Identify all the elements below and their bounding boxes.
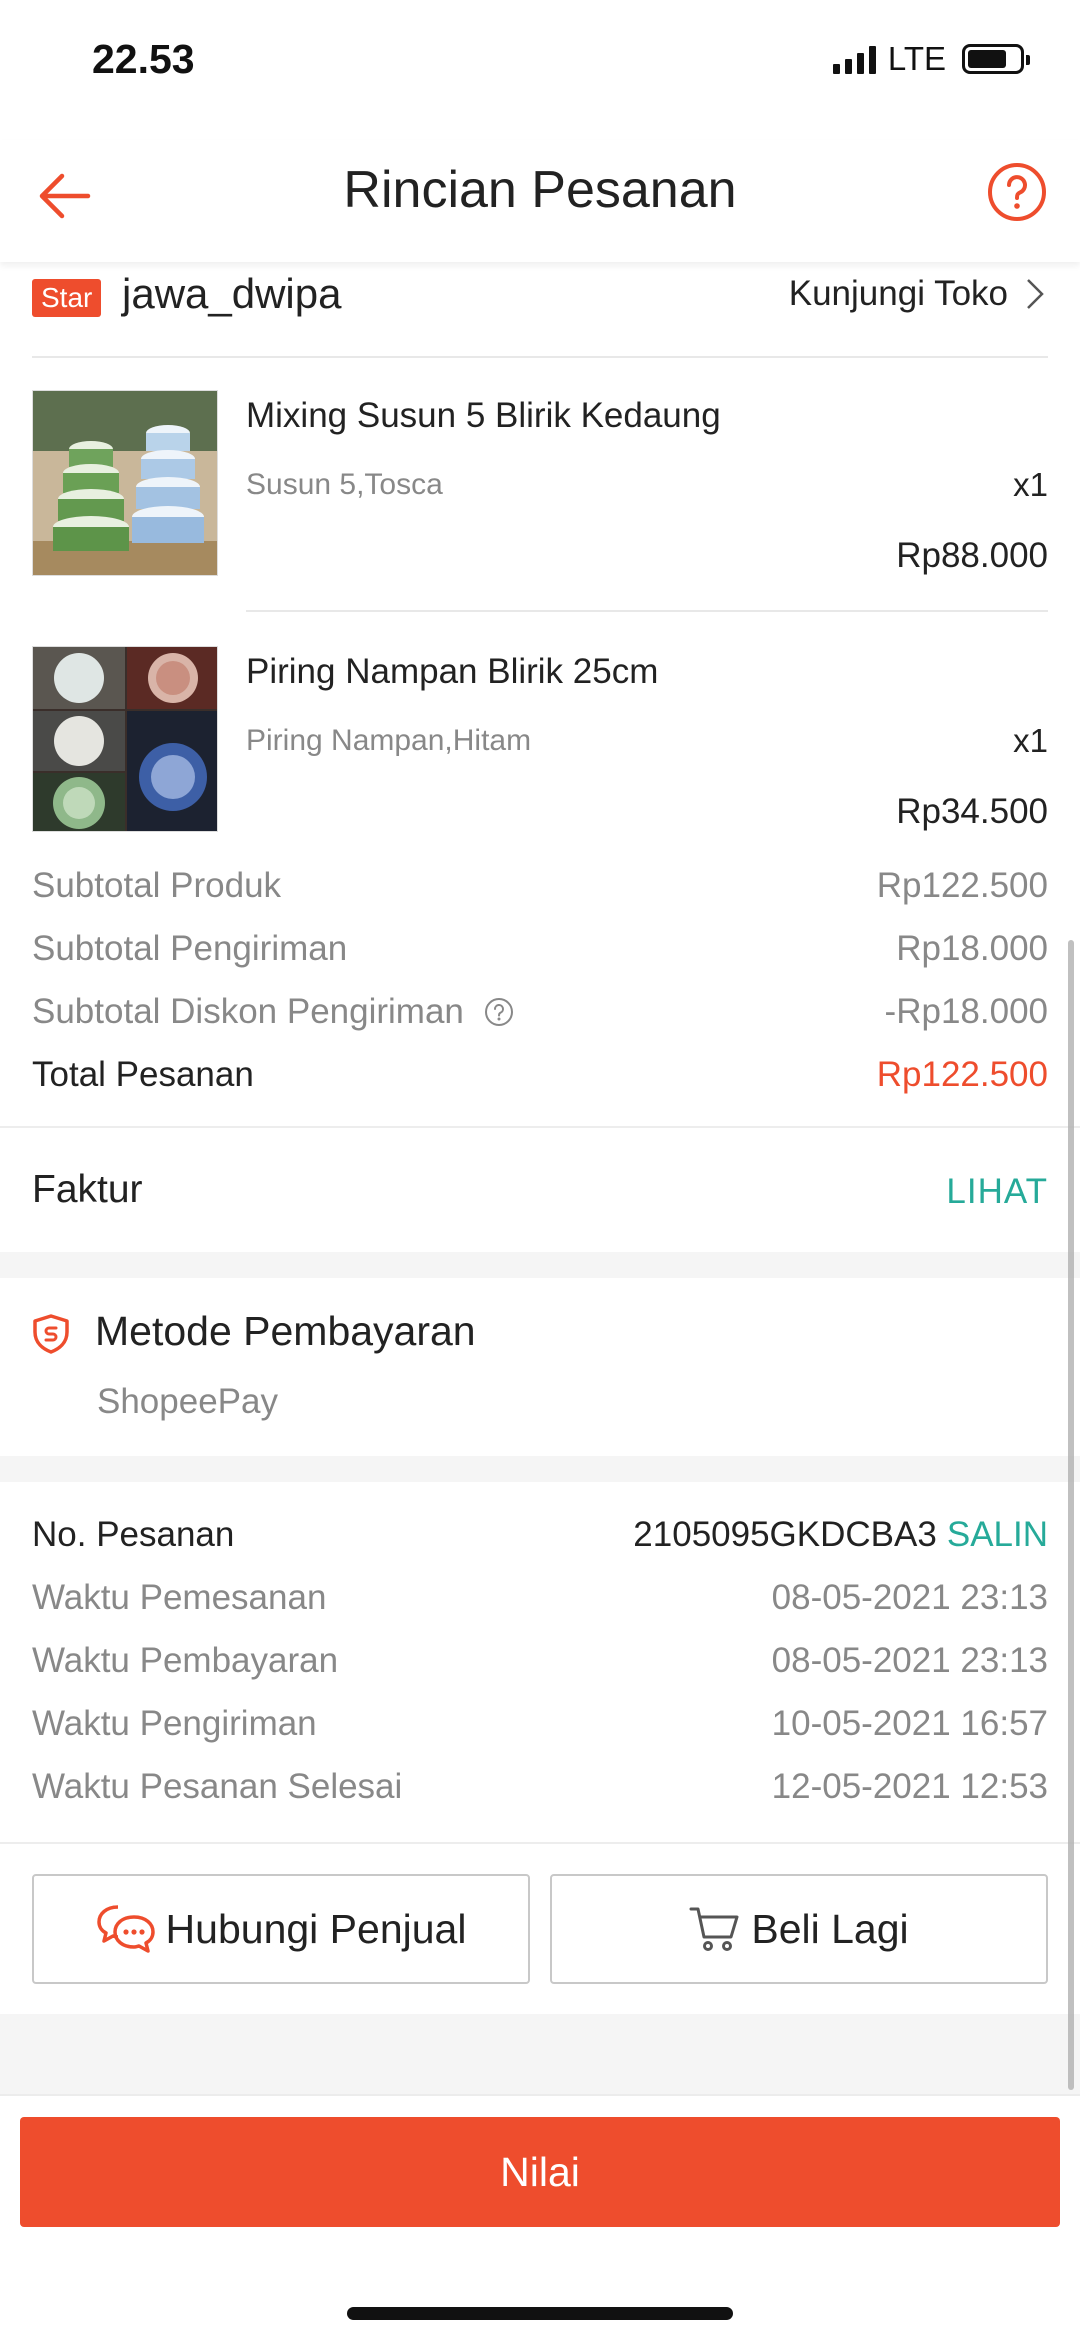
cart-icon	[689, 1907, 739, 1951]
shipping-time-row: Waktu Pengiriman 10-05-2021 16:57	[32, 1699, 1048, 1749]
shipping-discount-value: -Rp18.000	[884, 992, 1048, 1031]
invoice-label: Faktur	[32, 1168, 143, 1211]
shield-icon	[33, 1314, 69, 1354]
completed-time-label: Waktu Pesanan Selesai	[32, 1767, 403, 1806]
shipping-discount-label-wrap: Subtotal Diskon Pengiriman	[32, 992, 514, 1032]
network-label: LTE	[887, 40, 946, 77]
copy-order-number-link[interactable]: SALIN	[947, 1515, 1048, 1554]
order-total-value: Rp122.500	[876, 1055, 1048, 1094]
shipping-time-value: 10-05-2021 16:57	[771, 1704, 1048, 1743]
completed-time-value: 12-05-2021 12:53	[771, 1767, 1048, 1806]
subtotal-product-row: Subtotal Produk Rp122.500	[32, 861, 1048, 911]
order-time-value: 08-05-2021 23:13	[771, 1578, 1048, 1617]
payment-time-label: Waktu Pembayaran	[32, 1641, 339, 1680]
subtotal-shipping-label: Subtotal Pengiriman	[32, 929, 348, 968]
product-price: Rp34.500	[896, 792, 1048, 831]
order-totals: Subtotal Produk Rp122.500 Subtotal Pengi…	[0, 834, 1080, 1128]
home-indicator[interactable]	[347, 2307, 733, 2320]
divider	[246, 610, 1048, 612]
signal-icon	[832, 44, 876, 74]
scrollbar[interactable]	[1068, 940, 1074, 2090]
product-image	[32, 646, 218, 832]
product-price: Rp88.000	[896, 536, 1048, 575]
order-info-section: No. Pesanan 2105095GKDCBA3 SALIN Waktu Pe…	[0, 1482, 1080, 1842]
payment-method-value: ShopeePay	[97, 1382, 278, 1421]
bottom-bar: Nilai	[0, 2094, 1080, 2337]
product-image	[32, 390, 218, 576]
product-item[interactable]: Piring Nampan Blirik 25cm Piring Nampan,…	[0, 614, 1080, 869]
page-title: Rincian Pesanan	[343, 161, 737, 219]
order-time-label: Waktu Pemesanan	[32, 1578, 327, 1617]
order-total-row: Total Pesanan Rp122.500	[32, 1050, 1048, 1100]
chat-icon	[96, 1905, 155, 1953]
payment-method-title: Metode Pembayaran	[95, 1308, 476, 1354]
product-quantity: x1	[1013, 466, 1048, 503]
order-number-value: 2105095GKDCBA3	[633, 1515, 937, 1554]
view-invoice-link[interactable]: LIHAT	[946, 1172, 1048, 1212]
star-seller-badge: Star	[32, 279, 102, 317]
visit-shop-label: Kunjungi Toko	[788, 274, 1008, 313]
product-name: Piring Nampan Blirik 25cm	[246, 652, 659, 691]
shop-name: jawa_dwipa	[122, 270, 342, 317]
order-total-label: Total Pesanan	[32, 1055, 254, 1094]
battery-icon	[962, 44, 1030, 74]
payment-method-section: Metode Pembayaran ShopeePay	[0, 1278, 1080, 1456]
order-time-row: Waktu Pemesanan 08-05-2021 23:13	[32, 1573, 1048, 1623]
status-time: 22.53	[92, 36, 195, 82]
shipping-time-label: Waktu Pengiriman	[32, 1704, 317, 1743]
status-indicators: LTE	[832, 40, 1030, 78]
product-list: Mixing Susun 5 Blirik Kedaung Susun 5,To…	[0, 358, 1080, 834]
completed-time-row: Waktu Pesanan Selesai 12-05-2021 12:53	[32, 1762, 1048, 1812]
subtotal-product-value: Rp122.500	[876, 866, 1048, 905]
order-number-row: No. Pesanan 2105095GKDCBA3 SALIN	[32, 1510, 1048, 1560]
subtotal-product-label: Subtotal Produk	[32, 866, 282, 905]
buy-again-button[interactable]: Beli Lagi	[550, 1874, 1048, 1984]
payment-time-row: Waktu Pembayaran 08-05-2021 23:13	[32, 1636, 1048, 1686]
product-variant: Piring Nampan,Hitam	[246, 724, 532, 757]
buy-again-label: Beli Lagi	[751, 1905, 909, 1952]
order-number-wrap: 2105095GKDCBA3 SALIN	[633, 1515, 1048, 1555]
subtotal-shipping-row: Subtotal Pengiriman Rp18.000	[32, 924, 1048, 974]
contact-seller-button[interactable]: Hubungi Penjual	[32, 1874, 530, 1984]
payment-time-value: 08-05-2021 23:13	[771, 1641, 1048, 1680]
invoice-row: Faktur LIHAT	[0, 1128, 1080, 1252]
product-quantity: x1	[1013, 722, 1048, 759]
product-name: Mixing Susun 5 Blirik Kedaung	[246, 396, 721, 435]
shipping-discount-label: Subtotal Diskon Pengiriman	[32, 992, 464, 1031]
shipping-discount-row: Subtotal Diskon Pengiriman -Rp18.000	[32, 987, 1048, 1037]
status-bar: 22.53 LTE	[0, 0, 1080, 140]
order-number-label: No. Pesanan	[32, 1515, 235, 1554]
product-item[interactable]: Mixing Susun 5 Blirik Kedaung Susun 5,To…	[0, 358, 1080, 613]
app-header: Rincian Pesanan	[0, 140, 1080, 262]
order-actions: Hubungi Penjual Beli Lagi	[0, 1844, 1080, 2014]
subtotal-shipping-value: Rp18.000	[896, 929, 1048, 968]
help-icon[interactable]	[986, 161, 1048, 223]
visit-shop-link[interactable]: Kunjungi Toko	[789, 274, 1046, 314]
contact-seller-label: Hubungi Penjual	[165, 1905, 467, 1952]
info-icon[interactable]	[484, 997, 514, 1027]
shop-row: Star jawa_dwipa Kunjungi Toko	[0, 262, 1080, 358]
rate-button[interactable]: Nilai	[20, 2117, 1060, 2227]
chevron-right-icon	[1027, 279, 1044, 309]
product-variant: Susun 5,Tosca	[246, 468, 443, 501]
